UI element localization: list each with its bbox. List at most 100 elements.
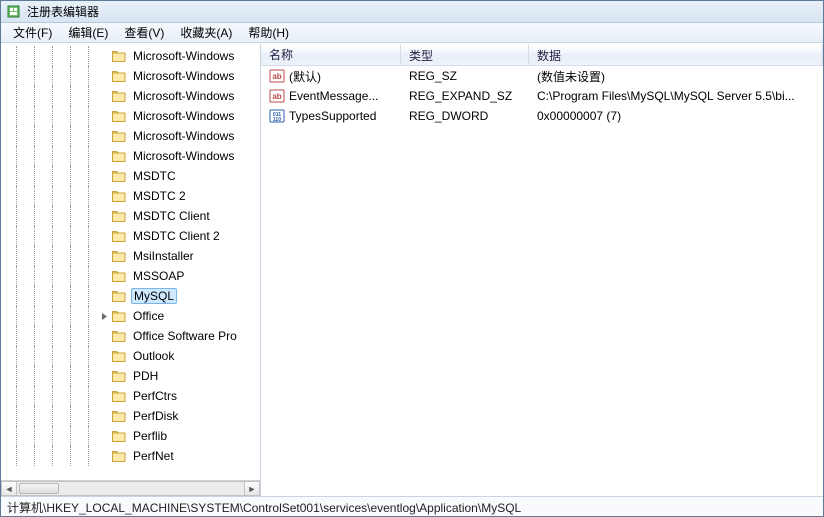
- tree-guide: [43, 146, 61, 166]
- value-name: TypesSupported: [289, 109, 376, 123]
- value-row[interactable]: ab (默认)REG_SZ(数值未设置): [261, 66, 823, 86]
- tree-guide: [25, 126, 43, 146]
- tree-guide: [79, 386, 97, 406]
- tree-item-label: Microsoft-Windows: [131, 68, 236, 84]
- tree-item[interactable]: MSDTC Client 2: [1, 226, 260, 246]
- tree-guide: [43, 86, 61, 106]
- tree-item[interactable]: Microsoft-Windows: [1, 46, 260, 66]
- scroll-thumb[interactable]: [19, 483, 59, 494]
- tree-list: Microsoft-Windows Microsoft-Windows Micr…: [1, 44, 260, 468]
- tree-guide: [61, 166, 79, 186]
- folder-icon: [111, 128, 127, 144]
- menu-file[interactable]: 文件(F): [5, 22, 60, 43]
- tree-guide: [7, 346, 25, 366]
- value-type: REG_DWORD: [401, 109, 529, 123]
- tree-item[interactable]: MSSOAP: [1, 266, 260, 286]
- tree-item-label: PerfCtrs: [131, 388, 179, 404]
- tree-item-label: MSDTC Client 2: [131, 228, 222, 244]
- tree-guide: [7, 446, 25, 466]
- tree-item-label: Microsoft-Windows: [131, 148, 236, 164]
- tree-item[interactable]: MSDTC Client: [1, 206, 260, 226]
- col-header-name[interactable]: 名称: [261, 44, 401, 65]
- tree-item[interactable]: Microsoft-Windows: [1, 146, 260, 166]
- tree-guide: [7, 426, 25, 446]
- folder-icon: [111, 208, 127, 224]
- menu-help[interactable]: 帮助(H): [240, 22, 297, 43]
- tree-item-label: Microsoft-Windows: [131, 88, 236, 104]
- list-header: 名称 类型 数据: [261, 44, 823, 66]
- tree-guide: [25, 266, 43, 286]
- tree-guide: [7, 406, 25, 426]
- string-value-icon: ab: [269, 68, 285, 84]
- tree-item-label: PDH: [131, 368, 160, 384]
- tree-guide: [61, 366, 79, 386]
- scroll-track[interactable]: [17, 481, 244, 496]
- tree-guide: [25, 406, 43, 426]
- tree-guide: [79, 426, 97, 446]
- tree-item[interactable]: Microsoft-Windows: [1, 106, 260, 126]
- tree-guide: [25, 386, 43, 406]
- tree-guide: [7, 366, 25, 386]
- tree-expander: [97, 346, 111, 366]
- value-name-cell: 011 110 TypesSupported: [261, 108, 401, 124]
- tree-item[interactable]: Microsoft-Windows: [1, 86, 260, 106]
- value-row[interactable]: 011 110 TypesSupportedREG_DWORD0x0000000…: [261, 106, 823, 126]
- tree-item[interactable]: PerfDisk: [1, 406, 260, 426]
- tree-item[interactable]: PerfNet: [1, 446, 260, 466]
- tree-guide: [61, 86, 79, 106]
- menubar: 文件(F) 编辑(E) 查看(V) 收藏夹(A) 帮助(H): [1, 23, 823, 43]
- tree-guide: [25, 286, 43, 306]
- tree-guide: [25, 246, 43, 266]
- tree-guide: [61, 226, 79, 246]
- tree-item[interactable]: Office Software Pro: [1, 326, 260, 346]
- folder-icon: [111, 368, 127, 384]
- tree-expander: [97, 326, 111, 346]
- folder-icon: [111, 448, 127, 464]
- tree-item[interactable]: MSDTC: [1, 166, 260, 186]
- value-row[interactable]: ab EventMessage...REG_EXPAND_SZC:\Progra…: [261, 86, 823, 106]
- tree-item[interactable]: Microsoft-Windows: [1, 126, 260, 146]
- value-type: REG_EXPAND_SZ: [401, 89, 529, 103]
- folder-icon: [111, 88, 127, 104]
- menu-edit[interactable]: 编辑(E): [60, 22, 116, 43]
- tree-guide: [79, 146, 97, 166]
- tree-guide: [7, 306, 25, 326]
- tree-item[interactable]: PDH: [1, 366, 260, 386]
- tree-guide: [43, 126, 61, 146]
- col-header-data[interactable]: 数据: [529, 44, 823, 65]
- tree-item[interactable]: Perflib: [1, 426, 260, 446]
- tree-item[interactable]: MSDTC 2: [1, 186, 260, 206]
- tree-guide: [79, 186, 97, 206]
- tree-scroll[interactable]: Microsoft-Windows Microsoft-Windows Micr…: [1, 44, 260, 480]
- tree-expander[interactable]: [97, 306, 111, 326]
- scroll-right-button[interactable]: ►: [244, 481, 260, 496]
- tree-guide: [43, 426, 61, 446]
- statusbar: 计算机\HKEY_LOCAL_MACHINE\SYSTEM\ControlSet…: [1, 496, 823, 516]
- tree-guide: [79, 286, 97, 306]
- list-body[interactable]: ab (默认)REG_SZ(数值未设置) ab EventMessage...R…: [261, 66, 823, 496]
- tree-item[interactable]: Microsoft-Windows: [1, 66, 260, 86]
- tree-item[interactable]: Office: [1, 306, 260, 326]
- tree-guide: [61, 406, 79, 426]
- col-header-type[interactable]: 类型: [401, 44, 529, 65]
- tree-guide: [25, 166, 43, 186]
- scroll-left-button[interactable]: ◄: [1, 481, 17, 496]
- tree-guide: [61, 266, 79, 286]
- tree-item-label: MsiInstaller: [131, 248, 196, 264]
- tree-guide: [61, 286, 79, 306]
- tree-guide: [43, 206, 61, 226]
- tree-expander: [97, 246, 111, 266]
- tree-guide: [43, 406, 61, 426]
- menu-view[interactable]: 查看(V): [116, 22, 172, 43]
- tree-item[interactable]: MySQL: [1, 286, 260, 306]
- tree-item[interactable]: PerfCtrs: [1, 386, 260, 406]
- tree-hscrollbar[interactable]: ◄ ►: [1, 480, 260, 496]
- tree-item-label: MSDTC 2: [131, 188, 188, 204]
- menu-favorites[interactable]: 收藏夹(A): [172, 22, 240, 43]
- tree-item[interactable]: MsiInstaller: [1, 246, 260, 266]
- value-data: C:\Program Files\MySQL\MySQL Server 5.5\…: [529, 89, 823, 103]
- tree-guide: [25, 106, 43, 126]
- tree-item-label: MSSOAP: [131, 268, 186, 284]
- tree-guide: [79, 206, 97, 226]
- tree-item[interactable]: Outlook: [1, 346, 260, 366]
